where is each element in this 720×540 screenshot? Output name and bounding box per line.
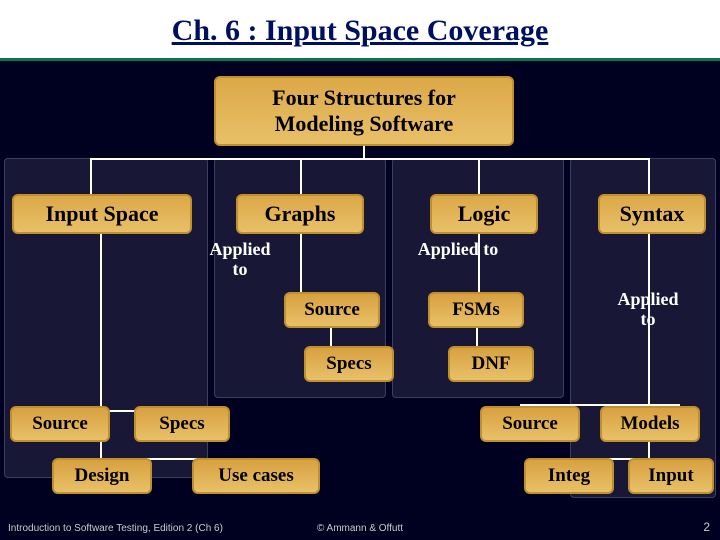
line-inputspace-down — [100, 234, 102, 410]
line-logic-down2 — [476, 328, 478, 346]
line-to-inputspace — [90, 158, 92, 194]
inputspace-design: Design — [52, 458, 152, 494]
logic-fsms: FSMs — [428, 292, 524, 328]
top-box: Four Structures for Modeling Software — [214, 76, 514, 146]
syntax-input: Input — [628, 458, 714, 494]
graphs-specs: Specs — [304, 346, 394, 382]
inputspace-usecases: Use cases — [192, 458, 320, 494]
syntax-models: Models — [600, 406, 700, 442]
line-is-down2 — [100, 442, 102, 458]
line-logic-down — [478, 234, 480, 292]
footer-center: © Ammann & Offutt — [0, 523, 720, 534]
inputspace-specs: Specs — [134, 406, 230, 442]
main-syntax: Syntax — [598, 194, 706, 234]
line-to-graphs — [300, 158, 302, 194]
title-underline — [0, 58, 720, 61]
main-graphs: Graphs — [236, 194, 364, 234]
line-top-down — [363, 146, 365, 158]
line-top-horiz — [90, 158, 650, 160]
line-to-logic — [478, 158, 480, 194]
inputspace-source: Source — [10, 406, 110, 442]
main-logic: Logic — [430, 194, 538, 234]
line-syntax-down — [648, 234, 650, 404]
graphs-source: Source — [284, 292, 380, 328]
slide-title: Ch. 6 : Input Space Coverage — [0, 8, 720, 61]
top-line1: Four Structures for — [272, 85, 456, 111]
applied-graphs-l1: Applied — [200, 240, 280, 260]
line-graphs-down2 — [330, 328, 332, 346]
syntax-integ: Integ — [524, 458, 614, 494]
syntax-source: Source — [480, 406, 580, 442]
footer-page-number: 2 — [703, 520, 710, 534]
line-to-syntax — [648, 158, 650, 194]
line-graphs-down — [300, 234, 302, 292]
logic-dnf: DNF — [448, 346, 534, 382]
applied-logic: Applied to — [398, 240, 518, 260]
main-input-space: Input Space — [12, 194, 192, 234]
top-line2: Modeling Software — [272, 111, 456, 137]
applied-graphs-l2: to — [200, 260, 280, 280]
line-syntax-down2 — [648, 442, 650, 458]
applied-graphs: Applied to — [200, 240, 280, 280]
